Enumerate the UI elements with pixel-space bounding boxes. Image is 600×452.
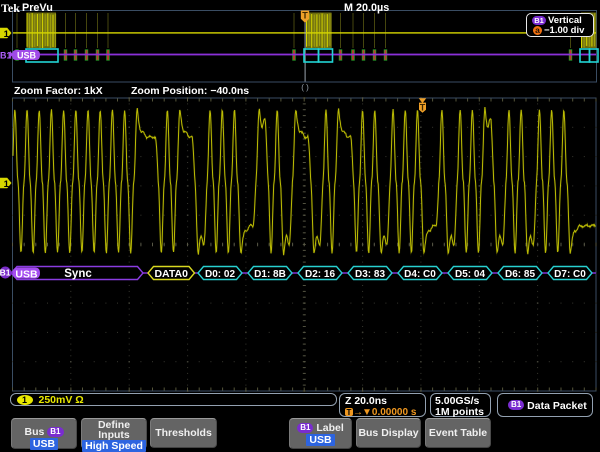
svg-text:1: 1 [4, 179, 10, 190]
svg-text:D0: 02: D0: 02 [205, 269, 235, 280]
svg-text:B1: B1 [0, 268, 11, 278]
svg-text:T: T [302, 11, 308, 21]
svg-text:1: 1 [4, 29, 10, 40]
svg-text:T: T [420, 102, 426, 112]
svg-text:( ): ( ) [301, 83, 309, 92]
svg-text:USB: USB [17, 50, 37, 60]
svg-text:D1: 8B: D1: 8B [254, 269, 286, 280]
svg-text:Sync: Sync [64, 268, 92, 280]
svg-text:DATA0: DATA0 [154, 268, 188, 280]
svg-text:D3: 83: D3: 83 [355, 269, 385, 280]
svg-text:B1: B1 [0, 51, 12, 61]
svg-text:D7: C0: D7: C0 [554, 269, 586, 280]
svg-text:D6: 85: D6: 85 [505, 269, 535, 280]
svg-text:D2: 16: D2: 16 [305, 269, 335, 280]
svg-text:USB: USB [15, 268, 38, 280]
svg-text:D4: C0: D4: C0 [404, 269, 436, 280]
svg-text:D5: 04: D5: 04 [455, 269, 485, 280]
